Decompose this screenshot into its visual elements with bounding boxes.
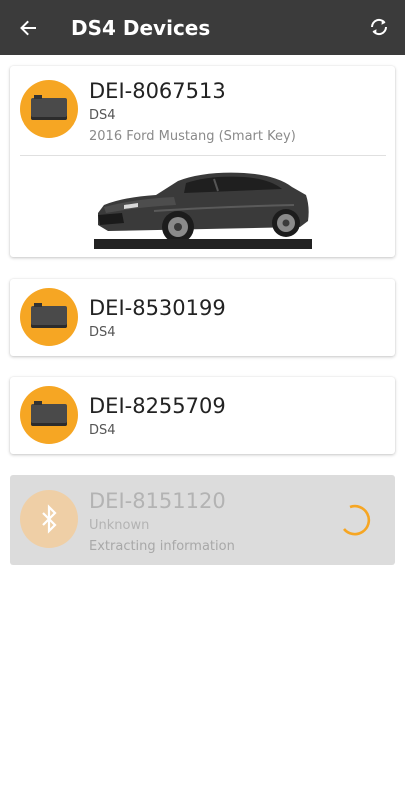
- module-icon: [31, 303, 67, 328]
- page-title: DS4 Devices: [71, 16, 211, 40]
- refresh-icon: [370, 18, 388, 36]
- bluetooth-icon: [42, 504, 57, 534]
- device-avatar: [20, 386, 78, 444]
- refresh-button[interactable]: [365, 13, 393, 41]
- device-card-pending: DEI-8151120 Unknown Extracting informati…: [10, 475, 395, 565]
- device-type: DS4: [89, 325, 116, 340]
- device-avatar: [20, 80, 78, 138]
- module-icon: [31, 95, 67, 120]
- device-type: DS4: [89, 423, 116, 438]
- back-button[interactable]: [14, 14, 42, 42]
- device-avatar: [20, 490, 78, 548]
- device-name: DEI-8530199: [89, 296, 226, 320]
- device-type: DS4: [89, 108, 116, 123]
- vehicle-image: [94, 167, 312, 249]
- app-bar: DS4 Devices: [0, 0, 405, 55]
- device-type: Unknown: [89, 518, 150, 533]
- device-status: Extracting information: [89, 539, 235, 554]
- device-card[interactable]: DEI-8067513 DS4 2016 Ford Mustang (Smart…: [10, 66, 395, 257]
- device-name: DEI-8255709: [89, 394, 226, 418]
- module-icon: [31, 401, 67, 426]
- device-name: DEI-8067513: [89, 79, 226, 103]
- divider: [20, 155, 386, 156]
- device-name: DEI-8151120: [89, 489, 226, 513]
- loading-spinner-icon: [342, 504, 371, 536]
- device-vehicle: 2016 Ford Mustang (Smart Key): [89, 129, 296, 144]
- device-card[interactable]: DEI-8530199 DS4: [10, 279, 395, 356]
- device-avatar: [20, 288, 78, 346]
- device-card[interactable]: DEI-8255709 DS4: [10, 377, 395, 454]
- arrow-back-icon: [20, 20, 36, 36]
